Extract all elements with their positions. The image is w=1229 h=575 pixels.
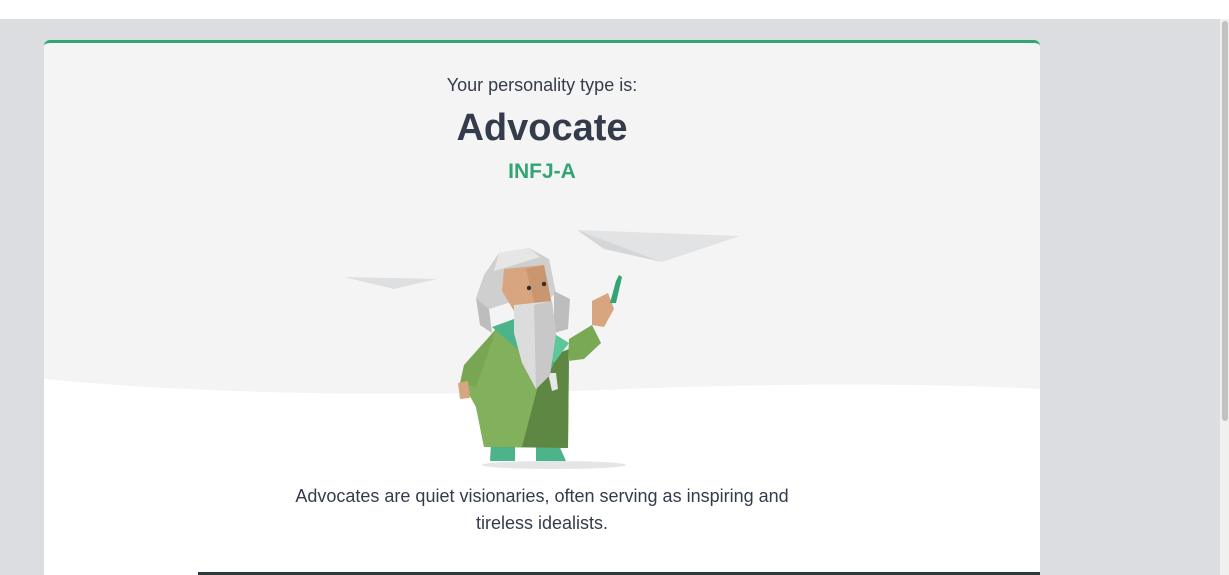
personality-type-name: Advocate <box>456 107 628 149</box>
advocate-character-icon <box>344 230 740 469</box>
scrollbar-thumb[interactable] <box>1222 21 1228 421</box>
result-intro-text: Your personality type is: <box>446 75 638 95</box>
page-viewport: Your personality type is: Advocate INFJ-… <box>0 19 1229 575</box>
personality-result-card: Your personality type is: Advocate INFJ-… <box>44 40 1040 575</box>
page-scrollbar[interactable] <box>1220 19 1229 575</box>
personality-type-code: INFJ-A <box>508 160 576 183</box>
personality-description: Advocates are quiet visionaries, often s… <box>295 486 789 533</box>
